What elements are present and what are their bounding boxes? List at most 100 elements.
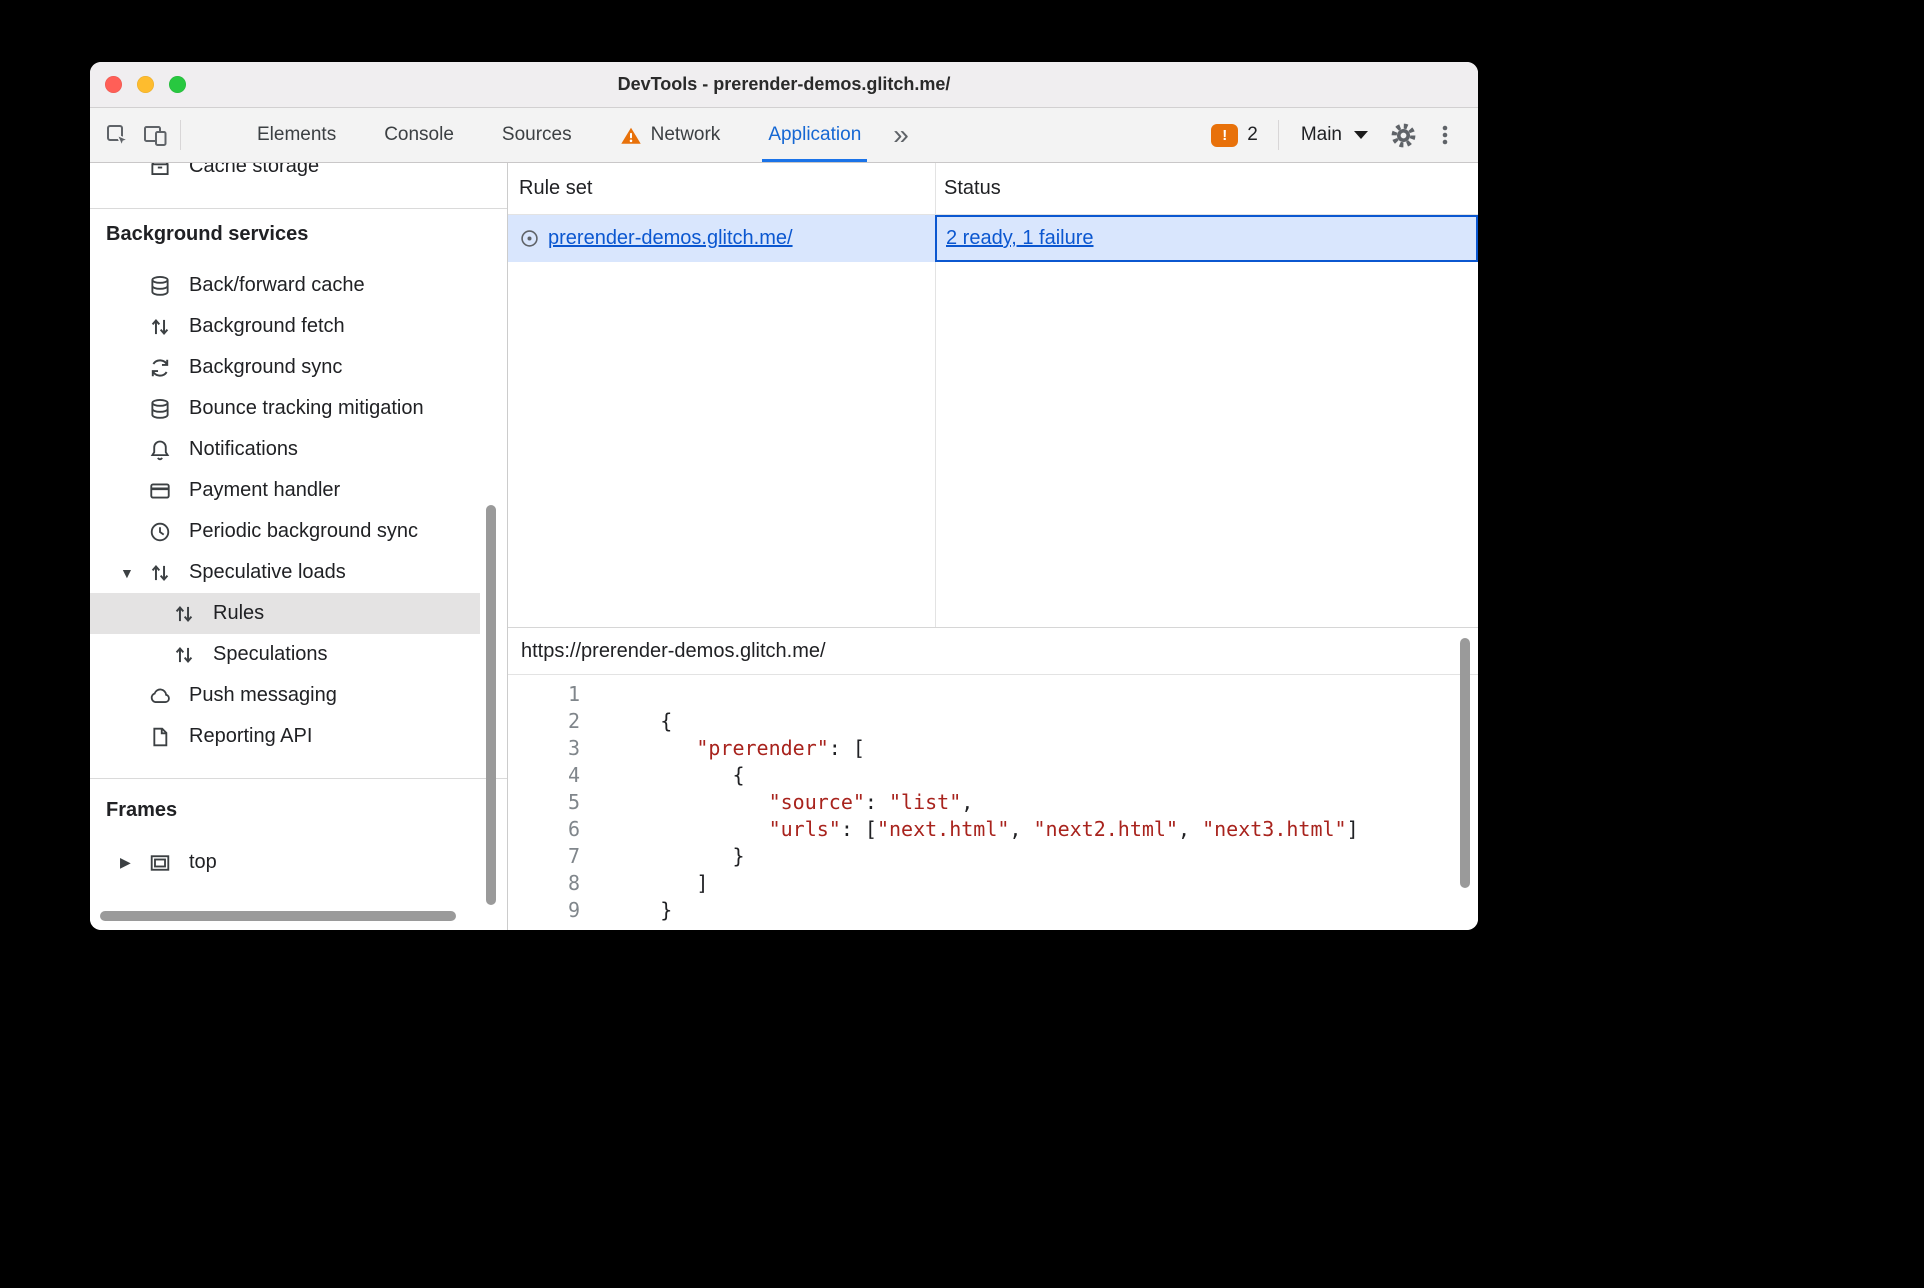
sidebar-item-push-messaging[interactable]: Push messaging [90,675,507,716]
cache-storage-icon [148,163,172,179]
rule-set-link[interactable]: prerender-demos.glitch.me/ [548,227,793,250]
application-sidebar: Cache storage Background services Back/f… [90,163,508,930]
triangle-right-icon[interactable]: ▶ [120,854,131,871]
code-text: "source": "list", [580,789,974,816]
rule-set-cell[interactable]: prerender-demos.glitch.me/ [508,215,935,262]
rule-set-table-row[interactable]: prerender-demos.glitch.me/ 2 ready, 1 fa… [508,215,1478,262]
code-text: { [580,708,672,735]
sidebar-item-label: Notifications [189,438,298,460]
string-token: "prerender" [696,736,829,760]
frames-list: ▶ top [90,842,507,883]
sidebar-item-label: Push messaging [189,684,337,706]
sidebar-horizontal-scrollbar[interactable] [100,911,456,921]
sidebar-item-label: Back/forward cache [189,274,365,296]
sidebar-item-periodic-background-sync[interactable]: Periodic background sync [90,511,507,552]
context-label: Main [1300,124,1342,145]
code-line: 3 "prerender": [ [508,735,1478,762]
column-header-status: Status [944,177,1001,199]
status-link[interactable]: 2 ready, 1 failure [946,227,1094,250]
sidebar-item-label: Periodic background sync [189,520,419,542]
double-chevron-icon: » [893,119,909,150]
device-toolbar-icon [142,122,169,149]
database-icon [148,397,172,421]
sidebar-item-payment-handler[interactable]: Payment handler [90,470,507,511]
sidebar-item-cache-storage[interactable]: Cache storage [90,163,507,187]
line-number: 3 [567,736,580,760]
frame-icon [148,851,172,875]
code-line: 2 { [508,708,1478,735]
code-token: : [864,790,889,814]
column-header-rule-set: Rule set [519,177,593,199]
line-number: 1 [567,682,580,706]
execution-context-selector[interactable]: Main [1283,124,1382,146]
updown-icon [172,643,196,667]
tab-console[interactable]: Console [360,108,478,162]
network-warning-icon [620,125,642,146]
sidebar-item-bounce-tracking-mitigation[interactable]: Bounce tracking mitigation [90,388,507,429]
tab-label: Elements [257,124,337,145]
code-text: "prerender": [ [580,735,865,762]
sidebar-item-label: Speculations [213,643,328,665]
sidebar-item-background-sync[interactable]: Background sync [90,347,507,388]
minimize-button[interactable] [137,76,154,93]
tab-label: Network [650,124,721,145]
code-token: , [961,790,974,814]
speculative-loads-rules-panel: Rule set Status prerender-demos.glitch.m… [508,163,1478,930]
string-token: "next3.html" [1202,817,1347,841]
settings-button[interactable] [1382,121,1424,150]
background-services-list: Back/forward cache Background fetch Backgr… [90,265,507,757]
line-number: 2 [567,709,580,733]
tab-application[interactable]: Application [744,108,885,162]
toolbar-right-cluster: ! 2 Main [1211,108,1478,162]
tab-network[interactable]: Network [596,108,745,162]
tab-label: Application [768,124,862,145]
sidebar-vertical-scrollbar[interactable] [486,505,496,905]
sidebar-item-background-fetch[interactable]: Background fetch [90,306,507,347]
status-cell[interactable]: 2 ready, 1 failure [935,215,1478,262]
tab-sources[interactable]: Sources [478,108,596,162]
tab-elements[interactable]: Elements [233,108,360,162]
close-button[interactable] [105,76,122,93]
inspect-element-button[interactable] [98,108,136,162]
code-token: , [1009,817,1034,841]
sync-icon [148,356,172,380]
section-title-background-services: Background services [106,223,309,245]
card-icon [148,479,172,503]
triangle-down-icon[interactable]: ▼ [120,565,134,581]
devtools-window: DevTools - prerender-demos.glitch.me/ El… [90,62,1478,930]
sidebar-item-reporting-api[interactable]: Reporting API [90,716,507,757]
sidebar-item-speculations[interactable]: Speculations [90,634,507,675]
code-line: 1 [508,681,1478,708]
code-text: } [580,897,672,924]
section-title-frames: Frames [106,799,178,821]
sidebar-item-label: Payment handler [189,479,341,501]
preview-vertical-scrollbar[interactable] [1460,638,1470,888]
string-token: "urls" [768,817,841,841]
titlebar[interactable]: DevTools - prerender-demos.glitch.me/ [90,62,1478,108]
sidebar-item-speculative-loads[interactable]: ▼ Speculative loads [90,552,507,593]
more-tabs-button[interactable]: » [885,108,917,162]
issues-counter-button[interactable]: ! 2 [1211,123,1258,147]
device-toolbar-button[interactable] [136,108,174,162]
issues-count: 2 [1247,124,1258,145]
clock-icon [148,520,172,544]
sidebar-item-rules[interactable]: Rules [90,593,480,634]
sidebar-item-top[interactable]: ▶ top [90,842,507,883]
bell-icon [148,438,172,462]
line-number: 8 [567,871,580,895]
traffic-lights [105,76,186,93]
code-text: { [580,762,744,789]
sidebar-item-back-forward-cache[interactable]: Back/forward cache [90,265,507,306]
code-text: } [580,843,744,870]
code-line: 9 } [508,897,1478,924]
line-number: 7 [567,844,580,868]
zoom-button[interactable] [169,76,186,93]
line-number: 4 [567,763,580,787]
updown-icon [172,602,196,626]
code-token: } [600,898,673,922]
sidebar-item-notifications[interactable]: Notifications [90,429,507,470]
code-text: "urls": ["next.html", "next2.html", "nex… [580,816,1359,843]
main-menu-button[interactable] [1424,122,1466,148]
